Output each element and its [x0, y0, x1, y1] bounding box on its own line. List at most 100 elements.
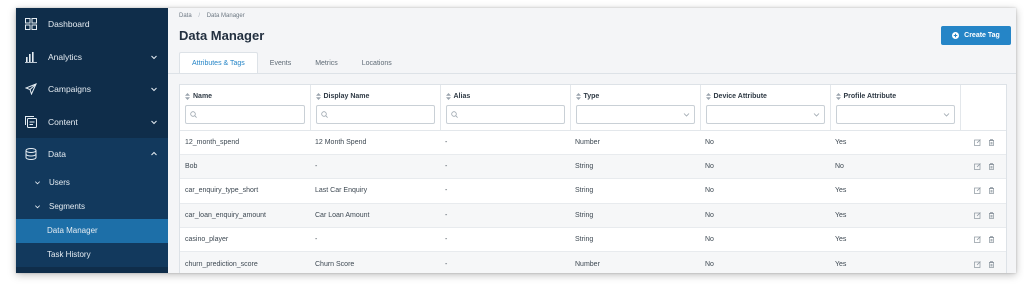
- create-tag-button[interactable]: Create Tag: [941, 26, 1011, 45]
- cell-display-name: Churn Score: [310, 251, 440, 273]
- cell-device-attribute: No: [700, 203, 830, 229]
- sidebar-subitem-label: Task History: [47, 250, 91, 259]
- cell-type: Number: [570, 130, 700, 155]
- cell-profile-attribute: Yes: [830, 227, 960, 253]
- sidebar-item-label: Data: [48, 149, 66, 160]
- sort-icon: [445, 93, 451, 100]
- chevron-down-icon: [151, 87, 157, 92]
- search-icon: [320, 111, 328, 118]
- chevron-down-icon: [813, 113, 819, 117]
- delete-icon[interactable]: [988, 187, 995, 195]
- cell-alias: -: [440, 154, 570, 180]
- search-icon: [190, 111, 197, 118]
- column-header-alias: Alias: [440, 85, 571, 131]
- chevron-down-icon: [35, 205, 40, 209]
- table-row[interactable]: 12_month_spend 12 Month Spend - Number N…: [180, 130, 1006, 155]
- cell-alias: -: [440, 178, 570, 204]
- cell-alias: -: [440, 203, 570, 229]
- tab-divider: [168, 73, 1016, 74]
- cell-profile-attribute: Yes: [830, 203, 960, 229]
- cell-type: String: [570, 227, 700, 253]
- chevron-down-icon: [151, 120, 157, 124]
- main-content: Data / Data Manager Data Manager Create …: [168, 8, 1016, 273]
- breadcrumb-root[interactable]: Data: [179, 13, 192, 19]
- database-icon: [24, 147, 38, 161]
- attributes-table: Name Display Name Alias Type Device Attr…: [179, 84, 1007, 273]
- page-title: Data Manager: [179, 28, 265, 43]
- display-name-filter-input[interactable]: [315, 105, 435, 124]
- sidebar-subitem-data-manager[interactable]: Data Manager: [16, 218, 168, 243]
- cell-alias: -: [440, 130, 570, 155]
- sidebar-subitem-label: Segments: [49, 202, 86, 211]
- cell-name: Bob: [180, 154, 310, 180]
- tab-events[interactable]: Events: [258, 52, 303, 74]
- cell-device-attribute: No: [700, 130, 830, 155]
- sidebar-item-dashboard[interactable]: Dashboard: [16, 8, 168, 41]
- table-body: 12_month_spend 12 Month Spend - Number N…: [180, 130, 1006, 273]
- sidebar-item-label: Analytics: [48, 51, 83, 62]
- table-row[interactable]: car_loan_enquiry_amount Car Loan Amount …: [180, 203, 1006, 229]
- delete-icon[interactable]: [988, 138, 995, 146]
- sort-alias[interactable]: Alias: [445, 93, 565, 100]
- cell-actions: [960, 130, 1006, 155]
- sort-display-name[interactable]: Display Name: [315, 93, 435, 100]
- sidebar-subitem-users[interactable]: Users: [16, 170, 168, 195]
- delete-icon[interactable]: [988, 163, 995, 170]
- profile-attribute-filter-select[interactable]: [835, 105, 955, 124]
- tab-attributes-tags[interactable]: Attributes & Tags: [179, 52, 258, 74]
- table-row[interactable]: Bob - - String No No: [180, 154, 1006, 180]
- sort-icon: [835, 93, 841, 100]
- cell-actions: [960, 251, 1006, 273]
- edit-icon[interactable]: [973, 187, 981, 195]
- column-label: Profile Attribute: [843, 93, 897, 100]
- column-header-name: Name: [180, 85, 311, 131]
- tab-locations[interactable]: Locations: [350, 52, 404, 74]
- sidebar-item-data[interactable]: Data: [16, 138, 168, 171]
- sidebar-item-analytics[interactable]: Analytics: [16, 41, 168, 74]
- column-header-display-name: Display Name: [310, 85, 441, 131]
- sort-device-attribute[interactable]: Device Attribute: [705, 93, 825, 100]
- delete-icon[interactable]: [988, 212, 995, 219]
- sidebar-item-label: Dashboard: [48, 19, 90, 30]
- table-row[interactable]: casino_player - - String No Yes: [180, 227, 1006, 253]
- type-filter-select[interactable]: [575, 105, 695, 124]
- device-attribute-filter-select[interactable]: [705, 105, 825, 124]
- cell-profile-attribute: No: [830, 154, 960, 180]
- name-filter-input[interactable]: [185, 105, 305, 124]
- sort-type[interactable]: Type: [575, 93, 695, 100]
- column-label: Alias: [453, 93, 471, 100]
- cell-alias: -: [440, 251, 570, 273]
- edit-icon[interactable]: [973, 163, 981, 170]
- sort-icon: [705, 93, 711, 100]
- cell-display-name: -: [310, 154, 440, 180]
- paper-plane-icon: [24, 82, 38, 96]
- search-icon: [450, 111, 458, 118]
- cell-device-attribute: No: [700, 154, 830, 180]
- cell-profile-attribute: Yes: [830, 178, 960, 204]
- column-header-type: Type: [570, 85, 701, 131]
- delete-icon[interactable]: [988, 260, 995, 268]
- sort-name[interactable]: Name: [185, 93, 305, 100]
- tab-metrics[interactable]: Metrics: [303, 52, 350, 74]
- chevron-down-icon: [151, 55, 157, 59]
- content-icon: [24, 115, 38, 129]
- edit-icon[interactable]: [973, 212, 981, 219]
- sort-icon: [575, 93, 581, 100]
- sidebar-item-content[interactable]: Content: [16, 106, 168, 139]
- cell-actions: [960, 227, 1006, 253]
- edit-icon[interactable]: [973, 138, 981, 146]
- chevron-down-icon: [943, 113, 949, 117]
- table-row[interactable]: car_enquiry_type_short Last Car Enquiry …: [180, 178, 1006, 204]
- sort-icon: [185, 93, 190, 100]
- cell-actions: [960, 203, 1006, 229]
- alias-filter-input[interactable]: [445, 105, 565, 124]
- sort-profile-attribute[interactable]: Profile Attribute: [835, 93, 955, 100]
- edit-icon[interactable]: [973, 260, 981, 268]
- table-row[interactable]: churn_prediction_score Churn Score - Num…: [180, 251, 1006, 273]
- sidebar-subitem-segments[interactable]: Segments: [16, 194, 168, 219]
- sidebar-item-campaigns[interactable]: Campaigns: [16, 73, 168, 106]
- delete-icon[interactable]: [988, 236, 995, 244]
- cell-alias: -: [440, 227, 570, 253]
- edit-icon[interactable]: [973, 236, 981, 244]
- sidebar-subitem-task-history[interactable]: Task History: [16, 242, 168, 267]
